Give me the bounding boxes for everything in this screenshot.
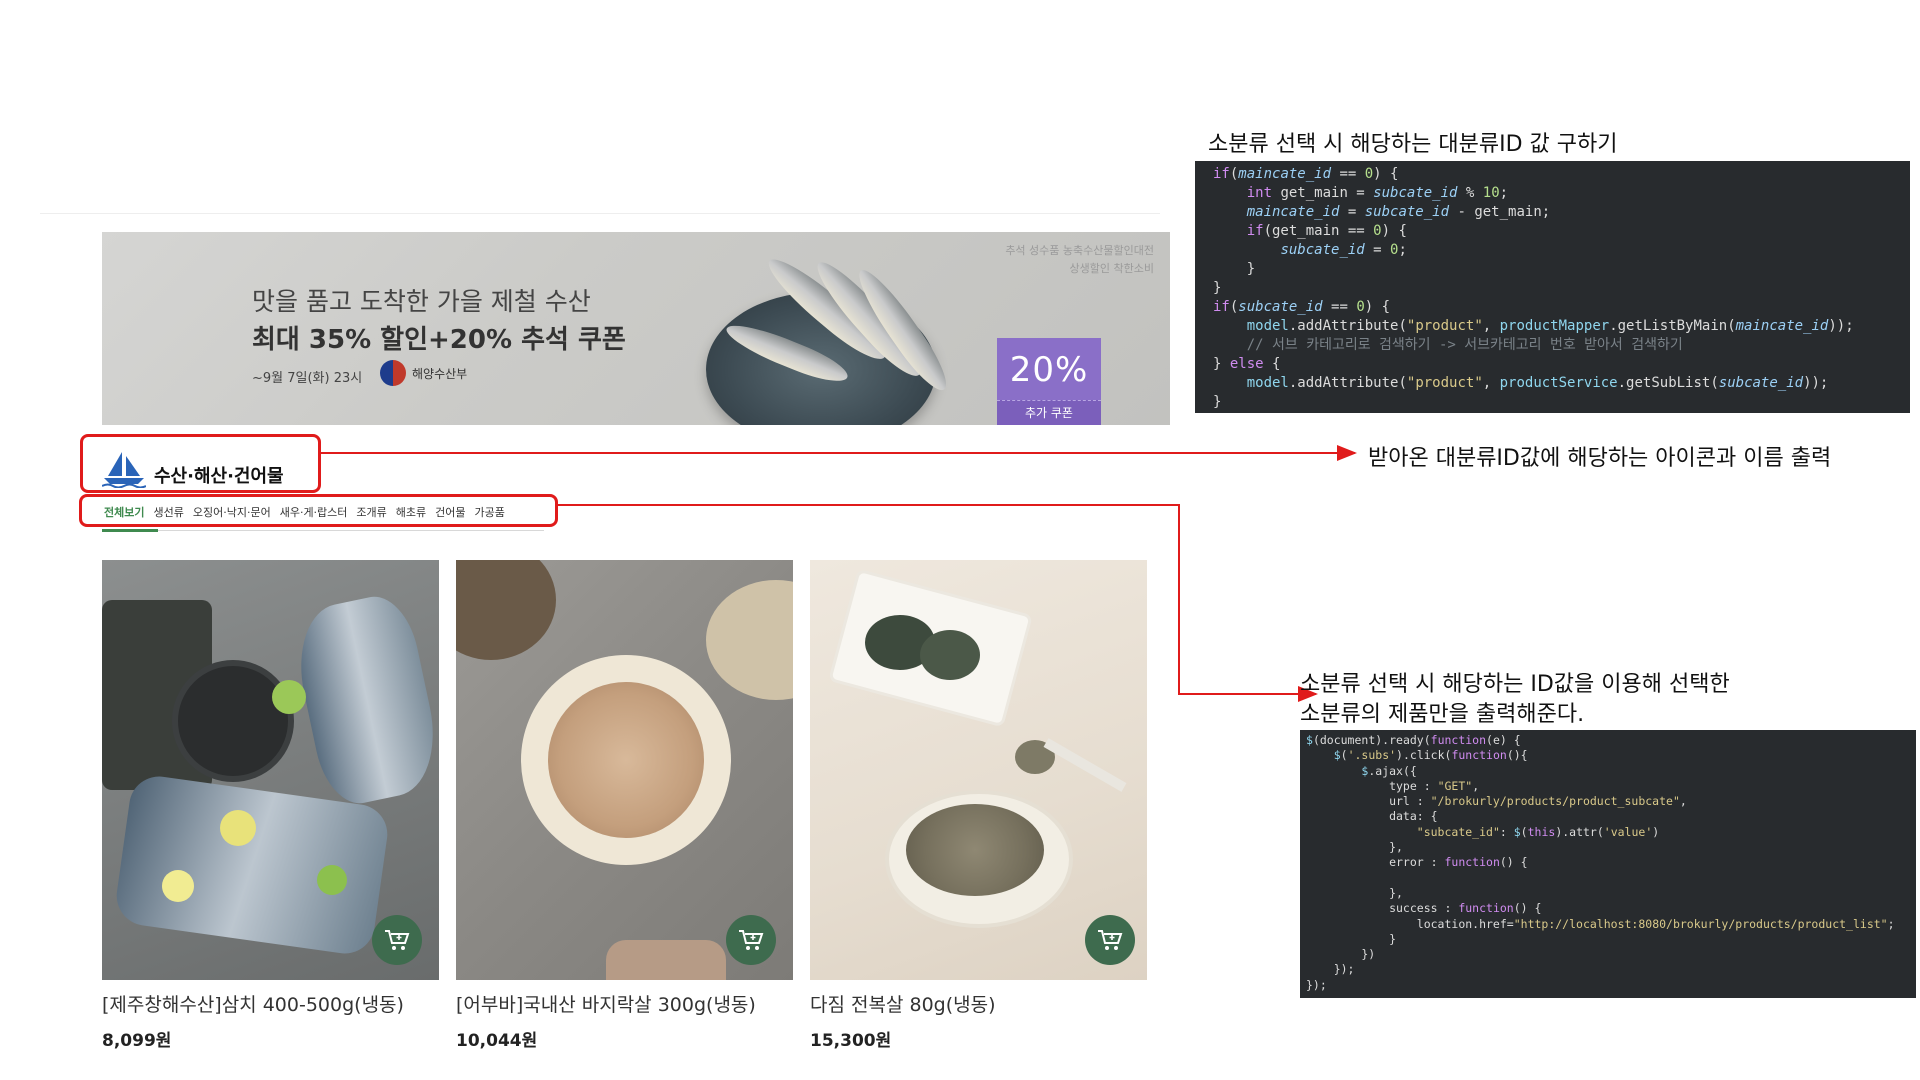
annotation-icon-name-output: 받아온 대분류ID값에 해당하는 아이콘과 이름 출력 <box>1368 446 1832 471</box>
annotation-subcategory-filter-line2: 소분류의 제품만을 출력해준다. <box>1300 702 1585 727</box>
annotation-subcategory-filter-line1: 소분류 선택 시 해당하는 ID값을 이용해 선택한 <box>1300 672 1730 697</box>
code-snippet-jquery: $(document).ready(function(e) { $('.subs… <box>1300 730 1916 998</box>
